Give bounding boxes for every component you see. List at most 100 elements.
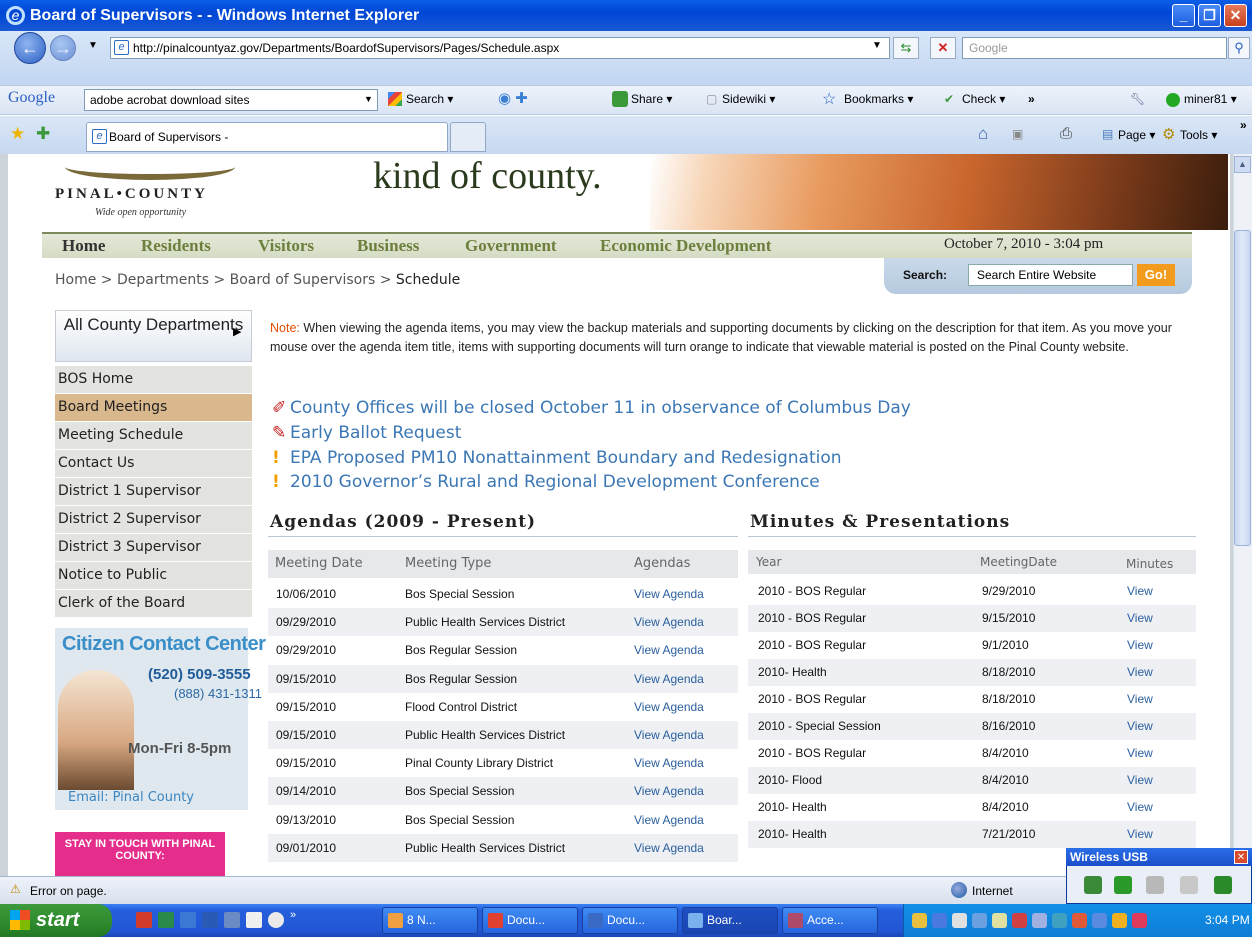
home-icon[interactable]: ⌂ [978,124,988,144]
meeting-type-cell[interactable]: Public Health Services District [405,841,565,855]
tray-icon[interactable] [952,913,967,928]
warning-icon[interactable]: ⚠ [10,883,24,896]
meeting-type-cell[interactable]: Public Health Services District [405,615,565,629]
browser-icons[interactable]: ◉ ✚ [498,89,528,107]
view-minutes-link[interactable]: View [1127,584,1153,598]
excel-quicklaunch-icon[interactable] [158,912,174,928]
view-minutes-link[interactable]: View [1127,692,1153,706]
news-link[interactable]: County Offices will be closed October 11… [290,398,911,418]
view-minutes-link[interactable]: View [1127,827,1153,841]
disconnect-icon[interactable] [1146,876,1164,894]
media-quicklaunch-icon[interactable] [268,912,284,928]
history-dropdown-icon[interactable]: ▼ [88,40,98,51]
site-search-go-button[interactable]: Go! [1137,264,1175,286]
more-chevron-icon[interactable]: » [1028,92,1035,106]
view-agenda-link[interactable]: View Agenda [634,841,704,855]
tray-icon[interactable] [992,913,1007,928]
meeting-type-cell[interactable]: Bos Regular Session [405,672,517,686]
tray-icon[interactable] [1052,913,1067,928]
restore-button[interactable]: ❐ [1198,4,1221,27]
forward-button[interactable]: → [50,35,76,61]
favorites-star-icon[interactable]: ★ [10,124,25,144]
view-minutes-link[interactable]: View [1127,665,1153,679]
user-account-button[interactable]: miner81 ▾ [1184,92,1237,106]
acrobat-quicklaunch-icon[interactable] [136,912,152,928]
breadcrumb-departments[interactable]: Departments [117,272,209,288]
status-text[interactable]: Error on page. [30,884,107,898]
sidebar-item-bos-home[interactable]: BOS Home [55,366,252,394]
meeting-type-cell[interactable]: Bos Special Session [405,784,514,798]
tray-icon[interactable] [1012,913,1027,928]
search-input[interactable]: Google [962,37,1227,59]
tray-icon[interactable] [1032,913,1047,928]
refresh-button[interactable]: ⇆ [893,37,919,59]
meeting-type-cell[interactable]: Public Health Services District [405,728,565,742]
google-search-input[interactable]: adobe acrobat download sites [84,89,378,111]
meeting-type-cell[interactable]: Bos Regular Session [405,643,517,657]
stay-in-touch-banner[interactable]: STAY IN TOUCH WITH PINAL COUNTY: [55,832,225,876]
view-agenda-link[interactable]: View Agenda [634,784,704,798]
tray-icon[interactable] [932,913,947,928]
sidebar-item-district-3[interactable]: District 3 Supervisor [55,534,252,562]
meeting-type-cell[interactable]: Bos Special Session [405,587,514,601]
address-input[interactable]: http://pinalcountyaz.gov/Departments/Boa… [110,37,890,59]
meeting-type-cell[interactable]: Pinal County Library District [405,756,553,770]
sidebar-item-contact-us[interactable]: Contact Us [55,450,252,478]
taskbar-item[interactable]: Acce... [782,907,878,934]
view-agenda-link[interactable]: View Agenda [634,728,704,742]
address-dropdown-icon[interactable]: ▼ [872,40,882,51]
sidebar-item-district-2[interactable]: District 2 Supervisor [55,506,252,534]
view-agenda-link[interactable]: View Agenda [634,672,704,686]
taskbar-item[interactable]: 8 N... [382,907,478,934]
news-item[interactable]: ✐ County Offices will be closed October 1… [272,398,911,418]
view-agenda-link[interactable]: View Agenda [634,700,704,714]
tray-icon[interactable] [1072,913,1087,928]
view-minutes-link[interactable]: View [1127,773,1153,787]
settings-icon[interactable] [1214,876,1232,894]
nav-business[interactable]: Business [357,236,419,256]
close-button[interactable]: ✕ [1224,4,1247,27]
taskbar-item-active[interactable]: Boar... [682,907,778,934]
search-icon[interactable]: ⚲ [1228,37,1250,59]
site-search-input[interactable]: Search Entire Website [968,264,1133,286]
nav-home[interactable]: Home [62,236,105,256]
device-icon[interactable] [1084,876,1102,894]
taskbar-item[interactable]: Docu... [482,907,578,934]
nav-government[interactable]: Government [465,236,557,256]
scroll-up-button[interactable]: ▲ [1234,156,1251,173]
breadcrumb-bos[interactable]: Board of Supervisors [230,272,376,288]
bookmarks-button[interactable]: Bookmarks ▾ [844,92,913,106]
sidewiki-button[interactable]: Sidewiki ▾ [722,92,775,106]
tray-icon[interactable] [972,913,987,928]
view-minutes-link[interactable]: View [1127,611,1153,625]
news-link[interactable]: EPA Proposed PM10 Nonattainment Boundary… [290,448,842,468]
new-tab-button[interactable] [450,122,486,152]
scroll-thumb[interactable] [1234,230,1251,546]
county-logo[interactable]: PINAL•COUNTY [55,186,208,203]
add-favorites-icon[interactable]: ✚ [36,124,50,144]
wireless-close-icon[interactable]: ✕ [1234,850,1248,864]
view-minutes-link[interactable]: View [1127,719,1153,733]
share-button[interactable]: Share ▾ [631,92,672,106]
sidebar-item-meeting-schedule[interactable]: Meeting Schedule [55,422,252,450]
info-icon[interactable] [1180,876,1198,894]
sidebar-item-notice[interactable]: Notice to Public [55,562,252,590]
tray-icon[interactable] [1092,913,1107,928]
print-icon[interactable]: ⎙ [1060,125,1072,142]
view-agenda-link[interactable]: View Agenda [634,587,704,601]
feeds-icon[interactable]: ▣ [1012,127,1023,141]
stop-button[interactable]: ✕ [930,37,956,59]
google-dropdown-icon[interactable]: ▼ [364,94,373,104]
view-minutes-link[interactable]: View [1127,746,1153,760]
tray-icon[interactable] [912,913,927,928]
tab-board-of-supervisors[interactable]: Board of Supervisors - [86,122,448,152]
news-link[interactable]: 2010 Governor’s Rural and Regional Devel… [290,472,820,492]
sidebar-item-board-meetings[interactable]: Board Meetings [55,394,252,422]
word-quicklaunch-icon[interactable] [202,912,218,928]
security-zone[interactable]: Internet [950,884,1013,898]
news-item[interactable]: ! 2010 Governor’s Rural and Regional Deve… [272,472,820,492]
nav-residents[interactable]: Residents [141,236,211,256]
quicklaunch-overflow-icon[interactable]: » [290,909,296,921]
tools-menu[interactable]: Tools ▾ [1180,128,1217,142]
check-button[interactable]: Check ▾ [962,92,1005,106]
